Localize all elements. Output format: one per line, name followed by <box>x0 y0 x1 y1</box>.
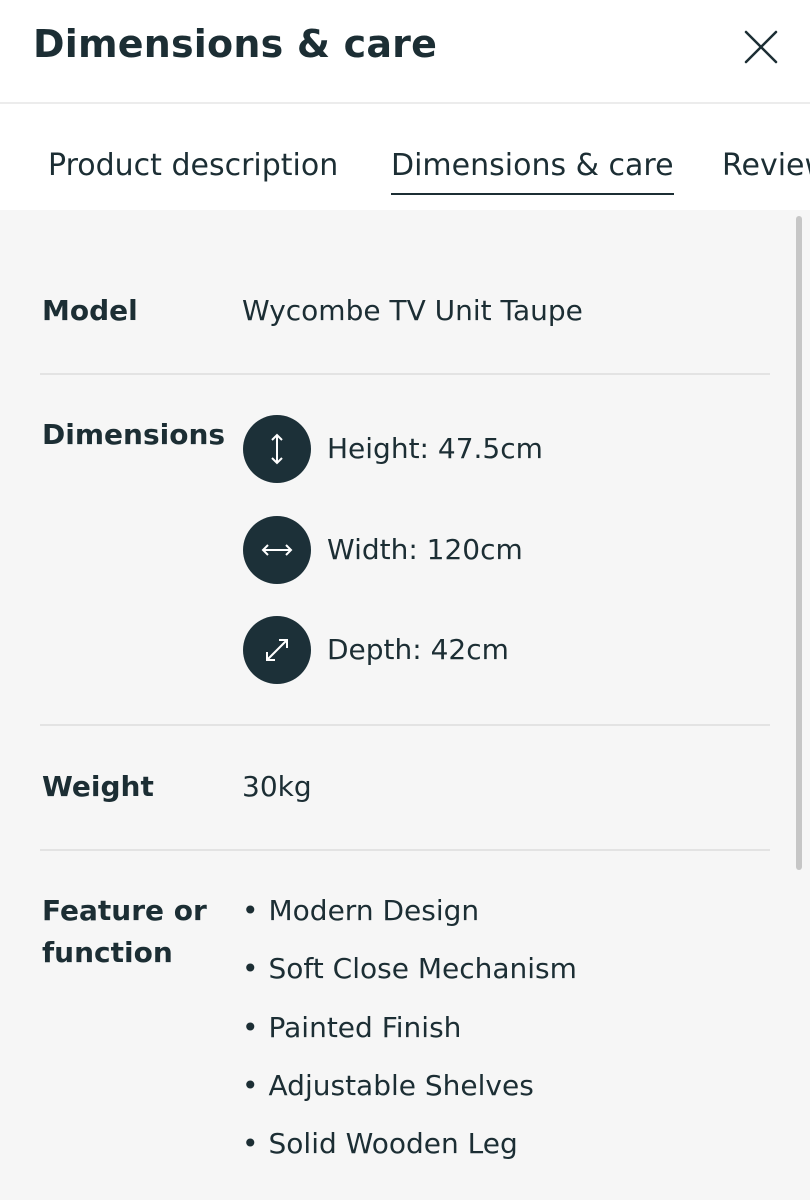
spec-content: Model Wycombe TV Unit Taupe Dimensions H… <box>0 210 810 1200</box>
close-icon <box>744 30 778 64</box>
feature-list: Modern Design Soft Close Mechanism Paint… <box>242 890 577 1181</box>
weight-label: Weight <box>42 770 154 803</box>
tab-product-description[interactable]: Product description <box>48 148 338 193</box>
list-item: Modern Design <box>242 890 577 948</box>
modal-header: Dimensions & care <box>0 0 810 104</box>
list-item: Soft Close Mechanism <box>242 948 577 1006</box>
divider <box>40 849 770 851</box>
diagonal-arrow-icon <box>243 616 311 684</box>
modal-title: Dimensions & care <box>33 22 438 66</box>
tab-bar: Product description Dimensions & care Re… <box>0 104 810 210</box>
feature-label-line2: function <box>42 936 173 969</box>
divider <box>40 724 770 726</box>
tab-reviews[interactable]: Reviews <box>722 148 810 193</box>
tab-dimensions-care[interactable]: Dimensions & care <box>391 148 674 195</box>
vertical-arrow-icon <box>243 415 311 483</box>
height-value: Height: 47.5cm <box>327 432 543 465</box>
list-item: Adjustable Shelves <box>242 1065 577 1123</box>
feature-label-line1: Feature or <box>42 894 207 927</box>
divider <box>40 373 770 375</box>
model-label: Model <box>42 294 138 327</box>
weight-value: 30kg <box>242 770 312 803</box>
horizontal-arrow-icon <box>243 516 311 584</box>
model-value: Wycombe TV Unit Taupe <box>242 294 583 327</box>
dimensions-label: Dimensions <box>42 418 226 451</box>
list-item: Painted Finish <box>242 1007 577 1065</box>
width-value: Width: 120cm <box>327 533 523 566</box>
list-item: Solid Wooden Leg <box>242 1123 577 1181</box>
depth-value: Depth: 42cm <box>327 633 509 666</box>
scrollbar[interactable] <box>796 216 802 870</box>
close-button[interactable] <box>738 24 784 70</box>
